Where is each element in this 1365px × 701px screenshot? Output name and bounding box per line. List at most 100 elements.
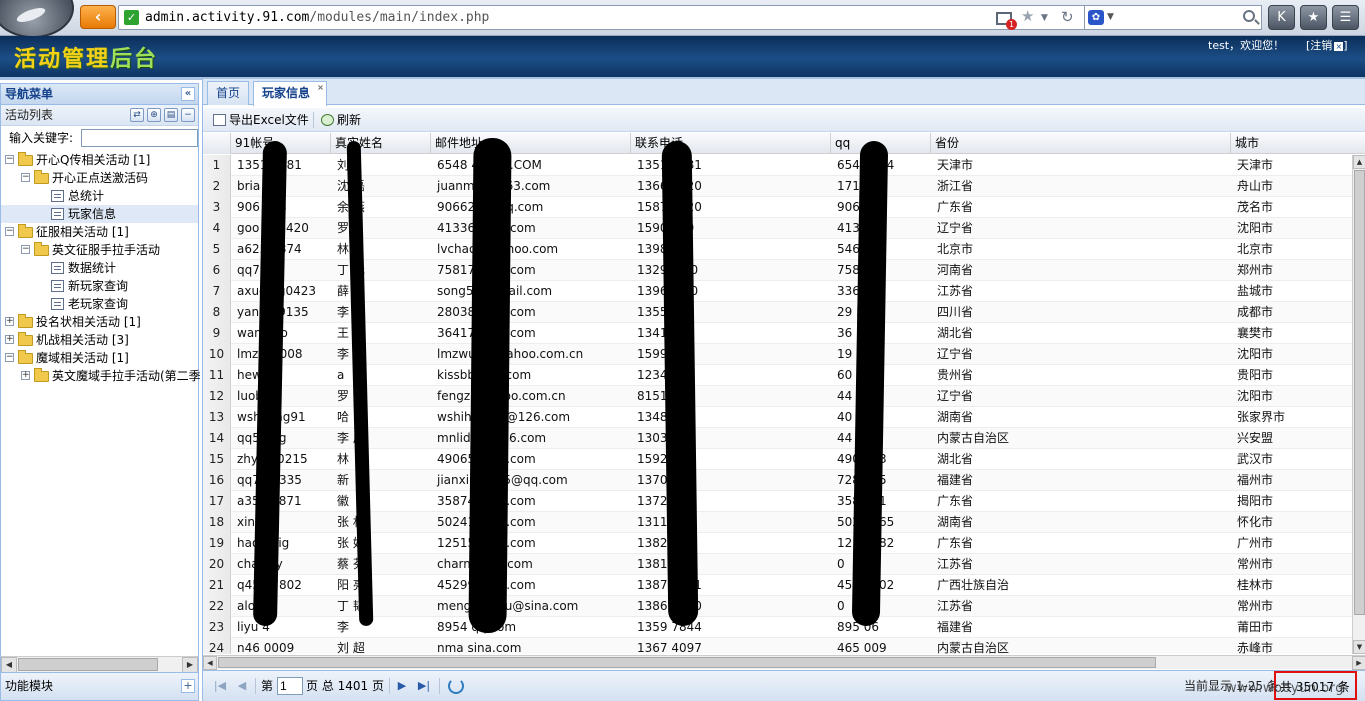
collapse-icon[interactable]: − [5,155,14,164]
scroll-right-icon[interactable]: ▶ [1352,656,1365,670]
collapse-icon[interactable]: − [5,227,14,236]
tree-item[interactable]: 玩家信息 [1,205,198,223]
expand-icon[interactable]: + [5,317,14,326]
function-module-bar[interactable]: 功能模块 + [1,672,198,700]
back-button[interactable]: ‹ [80,5,116,29]
url-text[interactable]: admin.activity.91.com/modules/main/index… [145,10,489,25]
table-cell: 1366 8320 [637,179,702,193]
collapse-icon[interactable]: − [21,173,30,182]
collapse-icon[interactable]: − [21,245,30,254]
table-row[interactable]: 22 aloo 丁 韬 meng ongyu@sina.com 1386 5110 0 江苏… [203,596,1353,617]
column-header[interactable]: 邮件地址 [431,133,631,154]
search-engine-icon[interactable]: ✿ [1088,10,1104,25]
collapse-icon[interactable]: « [181,87,195,101]
scrollbar-thumb[interactable] [218,657,1156,668]
table-row[interactable]: 18xinc i张 林50241 @qq.com1311 055502 7865… [203,512,1353,533]
tree-item[interactable]: − 开心正点送激活码 [1,169,198,187]
scroll-left-icon[interactable]: ◀ [1,657,17,673]
tree-item[interactable]: + 英文魔域手拉手活动(第二季 [1,367,201,385]
add-circle-icon[interactable]: ⊕ [147,108,161,122]
table-row[interactable]: 6qq7丁 元75817 @qq.com1329 0 90758 71河南省郑州… [203,260,1353,281]
table-row[interactable]: 17a358 4871 徽35874 @qq.com1372 920358 87… [203,491,1353,512]
table-row[interactable]: 8yang 29135李28038 @qq.com1355 4429 5四川省成… [203,302,1353,323]
expand-icon[interactable]: + [5,335,14,344]
table-row[interactable]: 11hew 0akissbb 163.com1234 3160 0贵州省贵阳市 [203,365,1353,386]
table-cell: aloo [237,599,263,613]
tree-item[interactable]: − 魔域相关活动 [1] [1,349,198,367]
page-number-input[interactable] [277,677,303,695]
table-row[interactable]: 5a625 4874林lvchao @yahoo.com1398 58546 7… [203,239,1353,260]
table-row[interactable]: 15zhyu 10215林49065 @qq.com1592 860490 15… [203,449,1353,470]
tab-player-info[interactable]: 玩家信息 × [253,81,328,106]
search-engine-dropdown-icon[interactable]: ▼ [1107,12,1114,22]
table-row[interactable]: 7axue ng0423薛song5 hotmail.com1396 0 103… [203,281,1353,302]
logout-link[interactable]: [注销 ×] [1306,37,1348,53]
expand-icon[interactable]: + [181,679,195,693]
table-row[interactable]: 23 liyu 4 李 8954 qq.com 1359 7844 895 06 福建省 莆田… [203,617,1353,638]
scroll-up-icon[interactable]: ▲ [1353,155,1365,169]
tree-item-label: 投名状相关活动 [1] [36,315,141,329]
tree-item[interactable]: 总统计 [1,187,198,205]
table-row[interactable]: 20 char iry 蔡 芬 charm sina.com 1381 704 0 江苏省 常… [203,554,1353,575]
table-row[interactable]: 4goo 336420罗41336 @qq.com1590 999413 20辽… [203,218,1353,239]
expand-icon[interactable]: + [21,371,30,380]
tab-home[interactable]: 首页 [207,81,250,105]
refresh-icon[interactable] [448,678,464,694]
address-bar[interactable]: ✓ admin.activity.91.com/modules/main/ind… [118,5,1088,30]
bookmark-star-icon[interactable]: ★ [1021,7,1034,25]
grid-horizontal-scrollbar[interactable]: ◀ ▶ [203,655,1365,670]
table-row[interactable]: 19haoh big张 好12515 @qq.com1382 091125 20… [203,533,1353,554]
tree-item[interactable]: − 英文征服手拉手活动 [1,241,198,259]
close-tab-icon[interactable]: × [316,83,325,92]
url-dropdown-icon[interactable]: ▼ [1041,13,1048,23]
swap-icon[interactable]: ⇄ [130,108,144,122]
scrollbar-thumb[interactable] [1354,170,1365,615]
table-row[interactable]: 9wan hao王 路36417 @qq.com1341 8536 195湖北省… [203,323,1353,344]
table-row[interactable]: 21 q452 7802 阳 亮 45299 @qq.com 1387 6421 452 … [203,575,1353,596]
grid-vertical-scrollbar[interactable]: ▲ ▼ [1352,155,1365,654]
scroll-right-icon[interactable]: ▶ [182,657,198,673]
minus-icon[interactable]: − [181,108,195,122]
prev-page-icon[interactable]: ◀ [235,679,249,693]
table-row[interactable]: 24 n46 0009 刘 超 nma sina.com 1367 4097 465 00… [203,638,1353,654]
table-row[interactable]: 2bria n沈 磊juanm u@163.com1366 8320171 91… [203,176,1353,197]
search-icon[interactable] [1243,10,1255,22]
menu-button[interactable]: ☰ [1332,5,1359,30]
column-header[interactable]: 联系电话 [631,133,831,154]
reload-icon[interactable]: ↻ [1061,8,1074,26]
refresh-button[interactable]: 刷新 [319,111,361,129]
scroll-down-icon[interactable]: ▼ [1353,640,1365,654]
table-row[interactable]: 14qq52 ng李 成mnlida @126.com1303 58544 34… [203,428,1353,449]
home-button[interactable]: K [1268,5,1295,30]
column-header[interactable]: 省份 [931,133,1231,154]
tree-item[interactable]: 数据统计 [1,259,198,277]
tree-item[interactable]: − 开心Q传相关活动 [1] [1,151,198,169]
export-excel-button[interactable]: 导出Excel文件 [211,111,309,129]
table-row[interactable]: 16 qq72 3335 新 jianxin 3335@qq.com 1370 300… [203,470,1353,491]
scroll-left-icon[interactable]: ◀ [203,656,217,670]
table-row[interactable]: 10 lmzw 2008 李 荆 lmzwu 3@yahoo.com.cn 1599 0… [203,344,1353,365]
table-cell: 1370 300 [637,473,694,487]
tree-item[interactable]: + 机战相关活动 [3] [1,331,198,349]
collapse-icon[interactable]: − [5,353,14,362]
scrollbar-thumb[interactable] [18,658,158,671]
tree-item[interactable]: 老玩家查询 [1,295,198,313]
first-page-icon[interactable]: |◀ [213,679,227,693]
tree-item[interactable]: + 投名状相关活动 [1] [1,313,198,331]
list-icon[interactable]: ▤ [164,108,178,122]
table-row[interactable]: 12 luob 罗 娜 fengzh yahoo.com.cn 8151 44 29 辽宁省… [203,386,1353,407]
nav-horizontal-scrollbar[interactable]: ◀ ▶ [1,656,198,673]
tree-item[interactable]: − 征服相关活动 [1] [1,223,198,241]
row-number: 14 [203,428,231,449]
tree-item[interactable]: 新玩家查询 [1,277,198,295]
table-row[interactable]: 3906 318余 燕90662 8@qq.com1587 8720906 31… [203,197,1353,218]
keyword-input[interactable] [81,129,198,147]
table-row[interactable]: 11351 6881刘6548 4@QQ.COM1351 6881654 533… [203,155,1353,176]
column-header[interactable]: 城市 [1231,133,1365,154]
tree-item-label: 老玩家查询 [68,297,129,311]
search-input[interactable]: ✿ ▼ [1084,5,1262,30]
next-page-icon[interactable]: ▶ [395,679,409,693]
favorites-button[interactable]: ★ [1300,5,1327,30]
last-page-icon[interactable]: ▶| [417,679,431,693]
table-row[interactable]: 13wshi ong91哈wshihe 520@126.com1348 9574… [203,407,1353,428]
